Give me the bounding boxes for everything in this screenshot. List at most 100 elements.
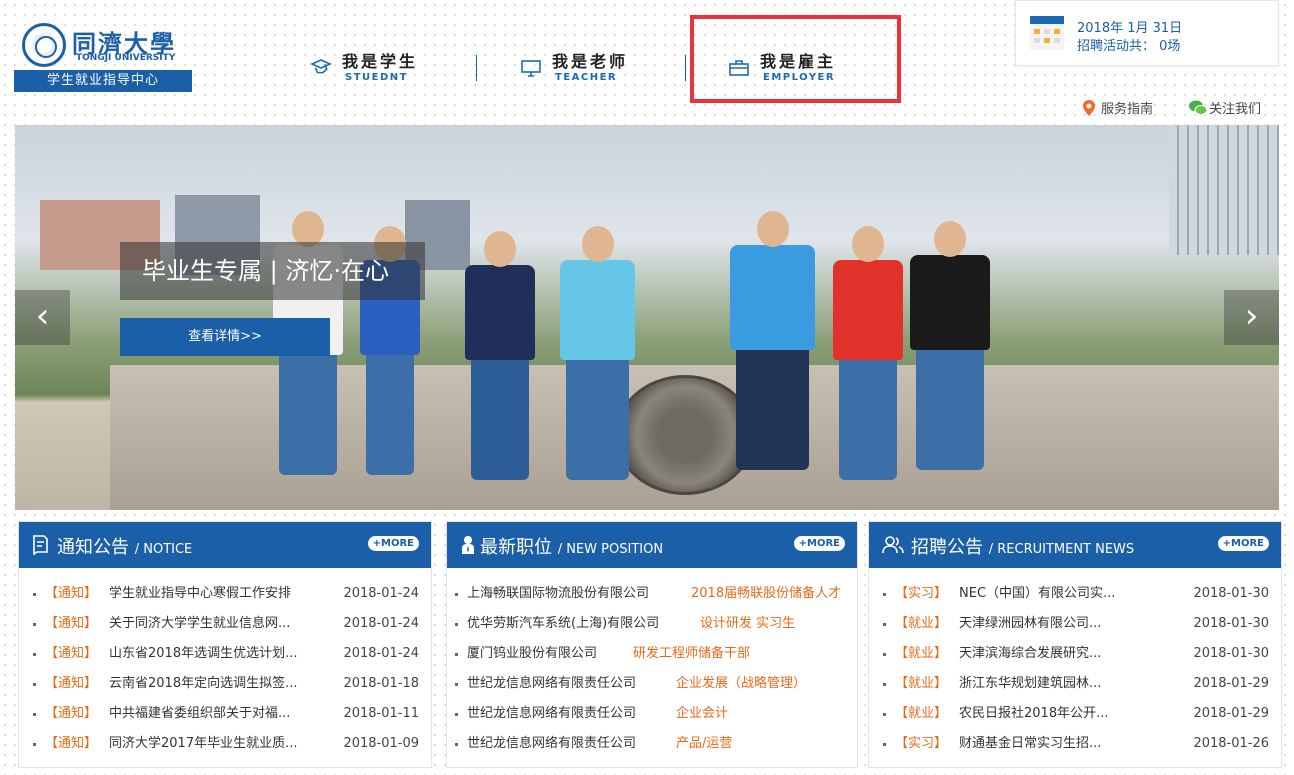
- hero-banner[interactable]: 毕业生专属 | 济忆·在心 查看详情>> ‹ ›: [15, 125, 1279, 510]
- list-item[interactable]: 【通知】 关于同济大学学生就业信息网... 2018-01-24: [31, 609, 419, 639]
- recruitment-header: 招聘公告 / RECRUITMENT NEWS +MORE: [869, 522, 1281, 568]
- service-guide-link[interactable]: 服务指南: [1080, 98, 1153, 117]
- position-name[interactable]: 企业会计: [676, 699, 728, 729]
- notice-panel: 通知公告 / NOTICE +MORE 【通知】 学生就业指导中心寒假工作安排 20…: [18, 521, 432, 768]
- position-name[interactable]: 产品/运营: [676, 729, 732, 759]
- item-date: 2018-01-24: [343, 586, 419, 601]
- list-item[interactable]: 上海畅联国际物流股份有限公司 2018届畅联股份储备人才: [455, 579, 845, 609]
- calendar-icon: [1030, 16, 1064, 50]
- list-item[interactable]: 厦门钨业股份有限公司 研发工程师储备干部: [455, 639, 845, 669]
- item-date: 2018-01-24: [343, 616, 419, 631]
- item-title[interactable]: 浙江东华规划建筑园林...: [959, 669, 1101, 699]
- item-date: 2018-01-29: [1193, 676, 1269, 691]
- recruitment-subtitle: / RECRUITMENT NEWS: [988, 542, 1135, 557]
- positions-subtitle: / NEW POSITION: [557, 542, 664, 557]
- list-item[interactable]: 【通知】 学生就业指导中心寒假工作安排 2018-01-24: [31, 579, 419, 609]
- company-name[interactable]: 上海畅联国际物流股份有限公司: [467, 579, 649, 609]
- item-date: 2018-01-30: [1193, 586, 1269, 601]
- positions-panel: 最新职位 / NEW POSITION +MORE 上海畅联国际物流股份有限公司…: [446, 521, 858, 768]
- recruitment-more-button[interactable]: +MORE: [1217, 536, 1269, 551]
- date-box: 2018年 1月 31日 招聘活动共： 0场: [1015, 0, 1279, 66]
- divider: [476, 55, 477, 81]
- location-pin-icon: [1080, 99, 1098, 117]
- company-name[interactable]: 世纪龙信息网络有限责任公司: [467, 669, 636, 699]
- banner-person: [465, 231, 535, 480]
- item-title[interactable]: 天津滨海综合发展研究...: [959, 639, 1101, 669]
- item-title[interactable]: 关于同济大学学生就业信息网...: [109, 609, 290, 639]
- item-date: 2018-01-26: [1193, 736, 1269, 751]
- item-tag: 【实习】: [895, 736, 948, 751]
- item-tag: 【就业】: [895, 676, 948, 691]
- list-item[interactable]: 【就业】 天津绿洲园林有限公司... 2018-01-30: [881, 609, 1269, 639]
- prev-arrow-icon[interactable]: ‹: [15, 290, 70, 345]
- list-item[interactable]: 【通知】 云南省2018年定向选调生拟签... 2018-01-18: [31, 669, 419, 699]
- item-title[interactable]: 财通基金日常实习生招...: [959, 729, 1101, 759]
- follow-us-link[interactable]: 关注我们: [1188, 98, 1261, 117]
- logo-subtitle: 学生就业指导中心: [14, 70, 192, 92]
- item-title[interactable]: 中共福建省委组织部关于对福...: [109, 699, 290, 729]
- item-tag: 【通知】: [45, 676, 98, 691]
- position-name[interactable]: 研发工程师储备干部: [633, 639, 750, 669]
- next-arrow-icon[interactable]: ›: [1224, 290, 1279, 345]
- item-date: 2018-01-11: [343, 706, 419, 721]
- current-date: 2018年 1月 31日: [1077, 21, 1183, 36]
- list-item[interactable]: 【就业】 浙江东华规划建筑园林... 2018-01-29: [881, 669, 1269, 699]
- role-student-en: STUEDNT: [345, 72, 408, 83]
- role-student-label: 我是学生: [342, 52, 419, 71]
- list-item[interactable]: 世纪龙信息网络有限责任公司 企业会计: [455, 699, 845, 729]
- item-tag: 【实习】: [895, 586, 948, 601]
- positions-more-button[interactable]: +MORE: [793, 536, 845, 551]
- company-name[interactable]: 世纪龙信息网络有限责任公司: [467, 699, 636, 729]
- role-teacher-label: 我是老师: [552, 52, 629, 71]
- users-icon: [881, 535, 905, 555]
- company-name[interactable]: 世纪龙信息网络有限责任公司: [467, 729, 636, 759]
- item-date: 2018-01-29: [1193, 706, 1269, 721]
- item-tag: 【通知】: [45, 586, 98, 601]
- banner-title: 毕业生专属 | 济忆·在心: [120, 242, 425, 300]
- monitor-icon: [520, 58, 542, 78]
- list-item[interactable]: 【通知】 同济大学2017年毕业生就业质... 2018-01-09: [31, 729, 419, 759]
- logo[interactable]: 同濟大學 TONGJI UNIVERSITY 学生就业指导中心: [14, 20, 192, 92]
- list-item[interactable]: 世纪龙信息网络有限责任公司 企业发展（战略管理）: [455, 669, 845, 699]
- employer-highlight-box: [690, 15, 901, 103]
- item-title[interactable]: 天津绿洲园林有限公司...: [959, 609, 1101, 639]
- notice-more-button[interactable]: +MORE: [367, 536, 419, 551]
- item-date: 2018-01-30: [1193, 616, 1269, 631]
- item-title[interactable]: 同济大学2017年毕业生就业质...: [109, 729, 297, 759]
- list-item[interactable]: 世纪龙信息网络有限责任公司 产品/运营: [455, 729, 845, 759]
- role-teacher-en: TEACHER: [555, 72, 618, 83]
- item-title[interactable]: 山东省2018年选调生优选计划...: [109, 639, 297, 669]
- positions-title: 最新职位: [480, 537, 552, 558]
- positions-header: 最新职位 / NEW POSITION +MORE: [447, 522, 857, 568]
- item-title[interactable]: 云南省2018年定向选调生拟签...: [109, 669, 297, 699]
- company-name[interactable]: 厦门钨业股份有限公司: [467, 639, 597, 669]
- item-title[interactable]: 农民日报社2018年公开...: [959, 699, 1108, 729]
- notice-title: 通知公告: [57, 537, 129, 558]
- list-item[interactable]: 优华劳斯汽车系统(上海)有限公司 设计研发 实习生: [455, 609, 845, 639]
- activity-count: 招聘活动共： 0场: [1077, 39, 1181, 54]
- list-item[interactable]: 【通知】 山东省2018年选调生优选计划... 2018-01-24: [31, 639, 419, 669]
- banner-person: [910, 221, 990, 470]
- item-title[interactable]: 学生就业指导中心寒假工作安排: [109, 579, 291, 609]
- document-icon: [31, 535, 49, 556]
- item-tag: 【通知】: [45, 706, 98, 721]
- position-name[interactable]: 企业发展（战略管理）: [676, 669, 806, 699]
- banner-person: [730, 211, 815, 470]
- company-name[interactable]: 优华劳斯汽车系统(上海)有限公司: [467, 609, 659, 639]
- service-guide-label: 服务指南: [1101, 102, 1154, 117]
- logo-en: TONGJI UNIVERSITY: [76, 53, 176, 63]
- item-date: 2018-01-24: [343, 646, 419, 661]
- item-date: 2018-01-18: [343, 676, 419, 691]
- banner-person: [833, 226, 903, 480]
- position-name[interactable]: 2018届畅联股份储备人才: [691, 579, 841, 609]
- list-item[interactable]: 【就业】 农民日报社2018年公开... 2018-01-29: [881, 699, 1269, 729]
- view-details-button[interactable]: 查看详情>>: [120, 318, 330, 356]
- position-name[interactable]: 设计研发 实习生: [700, 609, 795, 639]
- university-seal-icon: [22, 23, 66, 67]
- list-item[interactable]: 【就业】 天津滨海综合发展研究... 2018-01-30: [881, 639, 1269, 669]
- list-item[interactable]: 【通知】 中共福建省委组织部关于对福... 2018-01-11: [31, 699, 419, 729]
- item-title[interactable]: NEC（中国）有限公司实...: [959, 579, 1115, 609]
- list-item[interactable]: 【实习】 财通基金日常实习生招... 2018-01-26: [881, 729, 1269, 759]
- graduation-cap-icon: [310, 58, 332, 78]
- list-item[interactable]: 【实习】 NEC（中国）有限公司实... 2018-01-30: [881, 579, 1269, 609]
